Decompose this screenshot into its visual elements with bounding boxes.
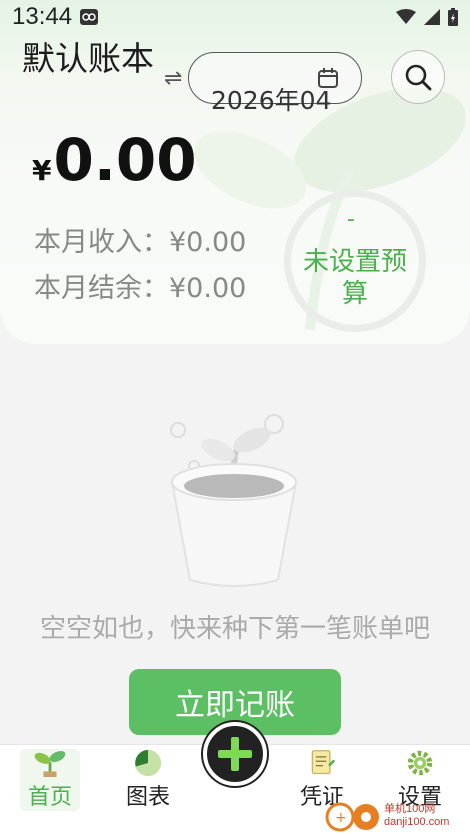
date-selector[interactable]: 2026年04: [188, 52, 362, 115]
search-button[interactable]: [391, 50, 445, 104]
balance-display: ¥ 0.00: [32, 126, 197, 194]
wifi-icon: [396, 9, 416, 24]
document-icon: [311, 750, 336, 775]
watermark-title: 单机100网: [384, 803, 436, 815]
nav-item-home[interactable]: 首页: [20, 749, 80, 811]
status-bar: 13:44: [0, 0, 470, 34]
pie-chart-icon: [134, 749, 162, 777]
nav-item-chart[interactable]: 图表: [118, 749, 178, 811]
date-text: 2026年04: [211, 86, 332, 115]
status-icons: [396, 8, 458, 26]
calendar-icon: [318, 68, 338, 88]
site-watermark: + 单机100网 danji100.com: [322, 796, 470, 836]
book-title[interactable]: 默认账本: [22, 36, 162, 82]
watermark-logo-icon: +: [325, 802, 379, 832]
notification-icon: [80, 9, 99, 25]
gear-icon: [407, 750, 433, 776]
balance-amount: 0.00: [53, 126, 197, 194]
monthly-income: 本月收入：¥0.00: [34, 227, 247, 258]
nav-label-chart: 图表: [125, 785, 170, 810]
currency-symbol: ¥: [32, 154, 52, 187]
monthly-balance: 本月结余：¥0.00: [34, 273, 247, 304]
watermark-url: danji100.com: [384, 816, 450, 828]
battery-icon: [448, 8, 458, 26]
add-record-button[interactable]: [203, 722, 267, 786]
plus-icon: [218, 737, 252, 771]
plant-pot-illustration: [170, 414, 298, 587]
budget-status[interactable]: 未设置预算: [292, 246, 418, 310]
status-time: 13:44: [12, 3, 73, 30]
empty-state-message: 空空如也，快来种下第一笔账单吧: [39, 614, 430, 644]
nav-label-home: 首页: [27, 785, 72, 810]
budget-dash: -: [347, 207, 355, 232]
search-icon: [405, 64, 432, 91]
sprout-icon: [34, 750, 66, 777]
swap-icon[interactable]: ⇌: [164, 66, 182, 91]
signal-icon: [424, 9, 440, 25]
svg-text:+: +: [335, 810, 347, 826]
